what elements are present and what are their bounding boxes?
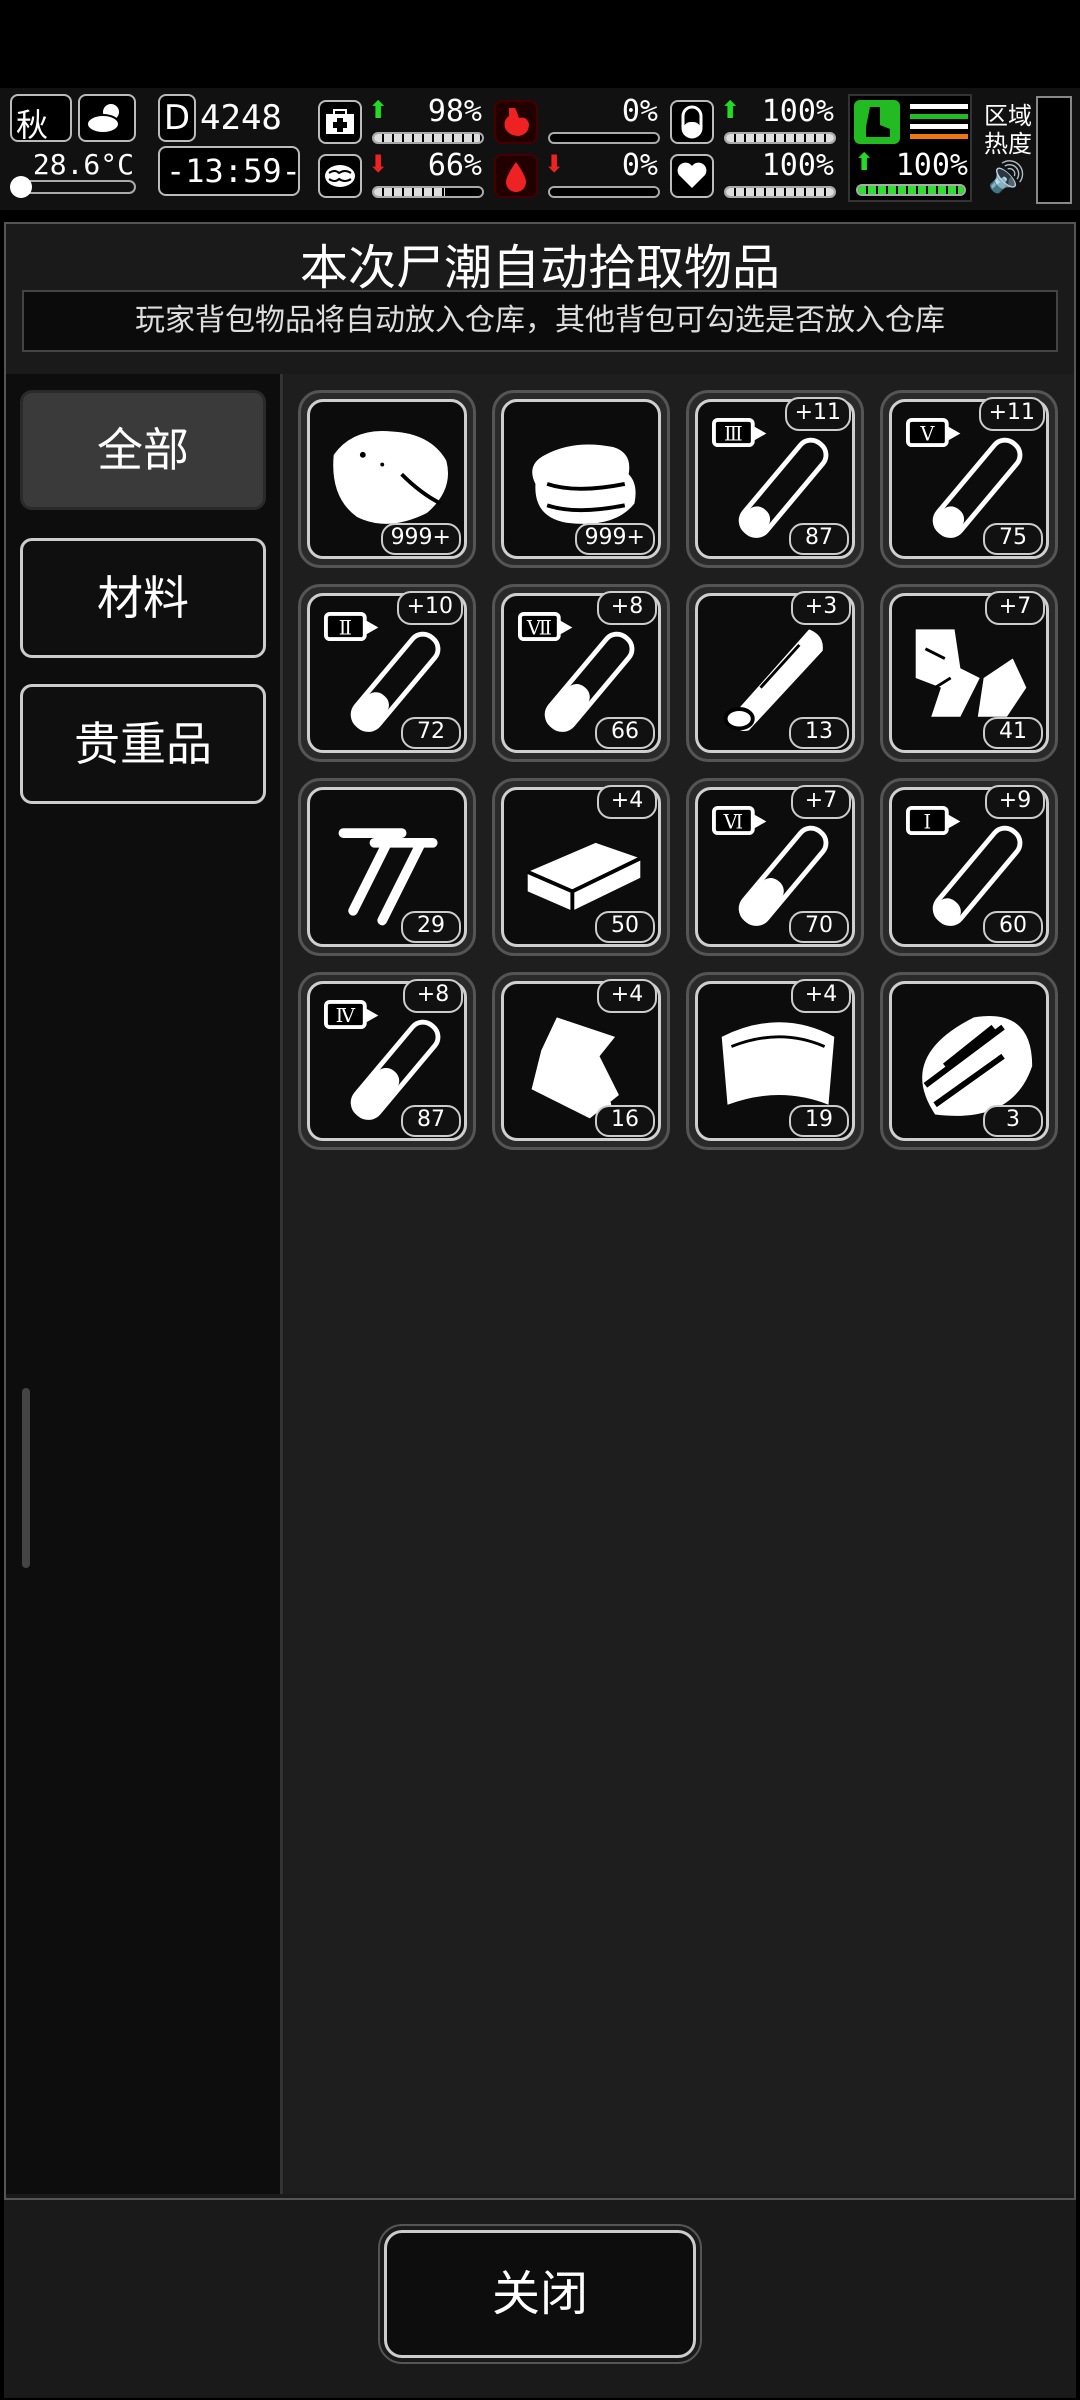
svg-text:Ⅳ: Ⅳ (336, 1004, 356, 1027)
item-bonus-badge: +8 (403, 979, 463, 1013)
item-count: 75 (983, 523, 1043, 555)
item-slot[interactable]: 19 +4 (686, 972, 864, 1150)
tab-materials[interactable]: 材料 (20, 538, 266, 658)
tab-valuables[interactable]: 贵重品 (20, 684, 266, 804)
item-count: 999+ (380, 523, 461, 555)
item-count: 13 (789, 717, 849, 749)
thirst-bar (724, 132, 836, 144)
thirst-value: 100% (761, 94, 834, 129)
item-count: 29 (401, 911, 461, 943)
season-box: 秋 (10, 94, 72, 144)
item-count: 19 (789, 1105, 849, 1137)
hunger-bar (548, 132, 660, 144)
svg-text:Ⅰ: Ⅰ (924, 810, 932, 833)
close-button[interactable]: 关闭 (378, 2224, 702, 2364)
speaker-icon[interactable]: 🔊 (988, 160, 1025, 195)
item-bonus-badge: +11 (784, 397, 851, 431)
stamina-stripes (910, 104, 968, 140)
day-icon: D (158, 94, 196, 142)
item-count: 72 (401, 717, 461, 749)
boot-icon (854, 100, 900, 144)
item-bonus-badge: +11 (978, 397, 1045, 431)
item-slot[interactable]: 999+ (492, 390, 670, 568)
time-value: -13:59- (166, 152, 301, 190)
mind-value: 66% (427, 148, 482, 183)
panel-title: 本次尸潮自动拾取物品 (299, 240, 780, 296)
health-value: 98% (427, 94, 482, 129)
svg-text:Ⅵ: Ⅵ (723, 810, 744, 833)
item-slot[interactable]: 13 +3 (686, 584, 864, 762)
item-slot[interactable]: Ⅵ 70 +7 (686, 778, 864, 956)
season-label: 秋 (16, 106, 49, 144)
item-slot[interactable]: Ⅶ 66 +8 (492, 584, 670, 762)
category-sidebar: 全部 材料 贵重品 (6, 374, 283, 2194)
health-bar (372, 132, 484, 144)
time-box: -13:59- (158, 146, 301, 196)
item-count: 50 (595, 911, 655, 943)
item-bonus-badge: +9 (985, 785, 1045, 819)
svg-text:Ⅱ: Ⅱ (339, 616, 352, 639)
item-count: 87 (789, 523, 849, 555)
day-counter: 4248 (200, 98, 282, 138)
temperature-display: 28.6°C (10, 146, 138, 202)
item-slot[interactable]: Ⅳ 87 +8 (298, 972, 476, 1150)
blood-value: 0% (621, 148, 658, 183)
item-count: 70 (789, 911, 849, 943)
panel-subtitle: 玩家背包物品将自动放入仓库，其他背包可勾选是否放入仓库 (22, 290, 1058, 352)
region-heat-label: 区域 热度 (984, 102, 1032, 158)
item-count: 66 (595, 717, 655, 749)
temperature-value: 28.6°C (32, 148, 134, 181)
item-count: 41 (983, 717, 1043, 749)
item-grid: 999+ 999+ Ⅲ 87 +11 Ⅴ 75 +11 Ⅱ 72 +10 Ⅶ 66 +8 13 +3 41 +7 2… (284, 374, 1074, 2194)
svg-text:Ⅶ: Ⅶ (526, 616, 552, 639)
item-bonus-badge: +7 (791, 785, 851, 819)
item-bonus-badge: +3 (791, 591, 851, 625)
weather-icon (78, 94, 136, 142)
item-slot[interactable]: 3 (880, 972, 1058, 1150)
item-slot[interactable]: 999+ (298, 390, 476, 568)
item-slot[interactable]: Ⅱ 72 +10 (298, 584, 476, 762)
brain-icon (318, 154, 362, 198)
svg-text:Ⅲ: Ⅲ (724, 422, 743, 445)
item-bonus-badge: +4 (791, 979, 851, 1013)
item-count: 60 (983, 911, 1043, 943)
capsule-icon (670, 100, 714, 144)
sidebar-scrollbar[interactable] (22, 1388, 30, 1568)
item-bonus-badge: +7 (985, 591, 1045, 625)
heart-value: 100% (761, 148, 834, 183)
item-slot[interactable]: 50 +4 (492, 778, 670, 956)
heart-bar (724, 186, 836, 198)
item-slot[interactable]: Ⅰ 60 +9 (880, 778, 1058, 956)
thermometer-icon (10, 176, 136, 198)
blood-bar (548, 186, 660, 198)
item-slot[interactable]: 41 +7 (880, 584, 1058, 762)
item-count: 16 (595, 1105, 655, 1137)
item-bonus-badge: +4 (597, 979, 657, 1013)
item-slot[interactable]: 29 (298, 778, 476, 956)
tab-all[interactable]: 全部 (20, 390, 266, 510)
item-count: 87 (401, 1105, 461, 1137)
status-bar: 秋 28.6°C D 4248 -13:59- ⬆ 98% ⬇ 66% 0% ⬇… (0, 88, 1080, 210)
item-bonus-badge: +10 (396, 591, 463, 625)
stamina-bar (856, 184, 966, 196)
hunger-value: 0% (621, 94, 658, 129)
stamina-panel: ⬆ 100% (848, 94, 972, 202)
stamina-value: 100% (895, 148, 968, 183)
mind-bar (372, 186, 484, 198)
item-slot[interactable]: Ⅲ 87 +11 (686, 390, 864, 568)
item-count: 999+ (574, 523, 655, 555)
item-slot[interactable]: Ⅴ 75 +11 (880, 390, 1058, 568)
blood-drop-icon (494, 154, 538, 198)
item-slot[interactable]: 16 +4 (492, 972, 670, 1150)
heart-icon (670, 154, 714, 198)
item-count: 3 (983, 1105, 1043, 1137)
region-heat-meter (1036, 96, 1072, 204)
item-bonus-badge: +4 (597, 785, 657, 819)
medkit-icon (318, 100, 362, 144)
stomach-icon (494, 100, 538, 144)
svg-text:Ⅴ: Ⅴ (919, 422, 935, 445)
item-bonus-badge: +8 (597, 591, 657, 625)
